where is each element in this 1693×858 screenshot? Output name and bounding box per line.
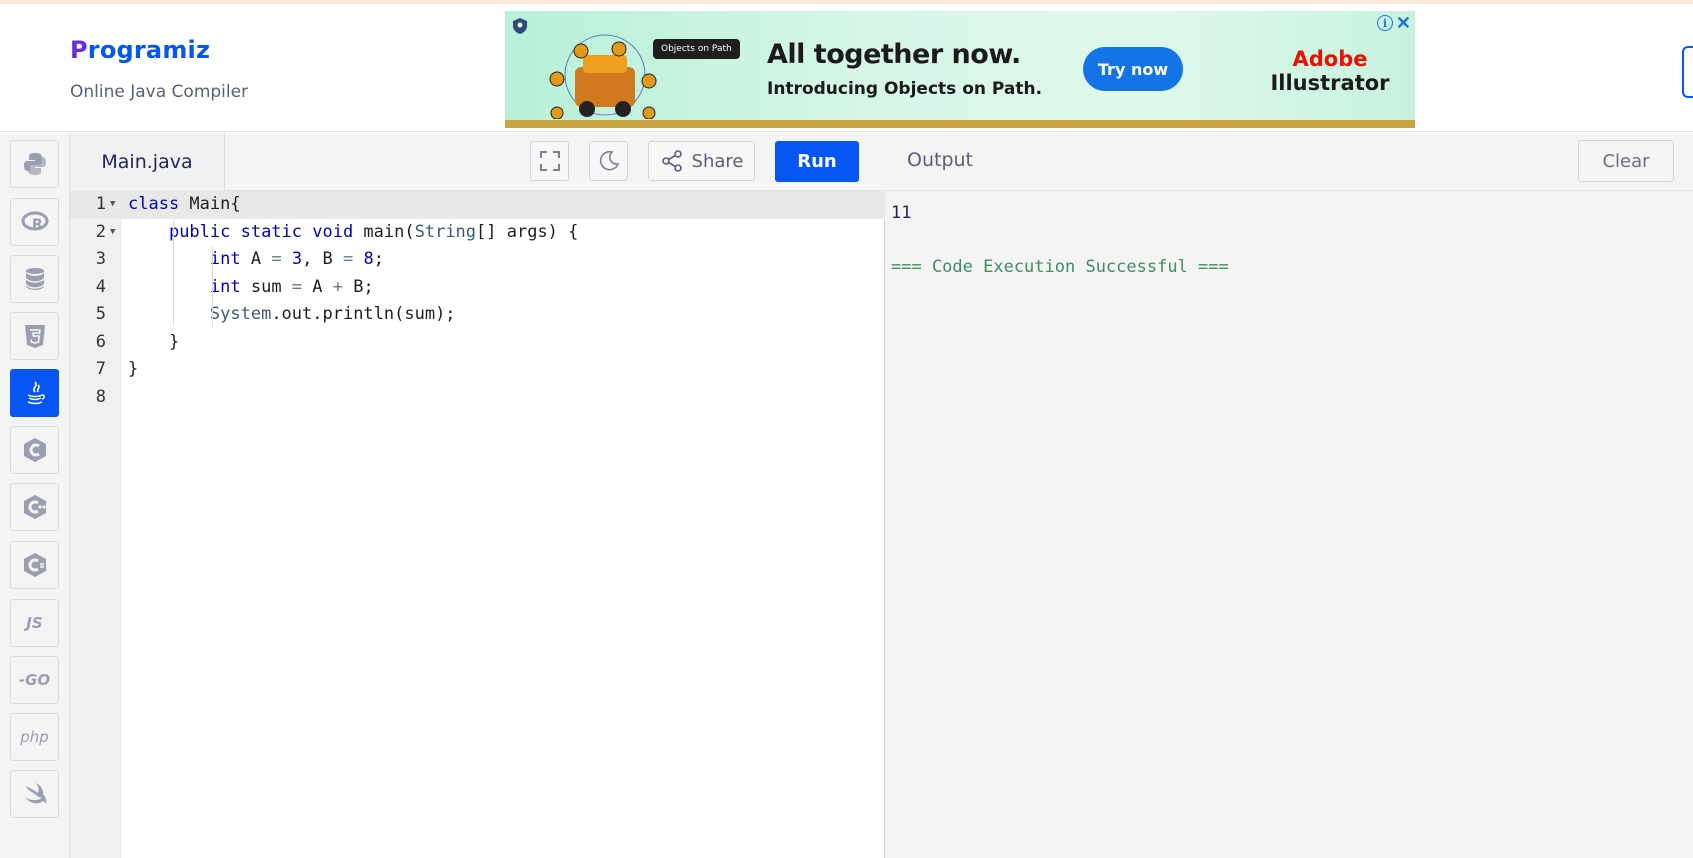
c-language-icon[interactable] — [10, 426, 59, 474]
language-sidebar: R JS -GO php — [0, 133, 70, 858]
page-subtitle: Online Java Compiler — [70, 82, 249, 102]
code-line[interactable]: 6 } — [70, 329, 885, 357]
fold-arrow-icon[interactable]: ▼ — [110, 219, 115, 247]
output-title: Output — [907, 149, 973, 171]
programiz-logo[interactable]: Programiz — [70, 36, 210, 64]
code-line[interactable]: 2 ▼ public static void main(String[] args… — [70, 219, 885, 247]
ad-subline: Introducing Objects on Path. — [767, 79, 1043, 99]
code-line[interactable]: 4 int sum = A + B; — [70, 274, 885, 302]
share-label: Share — [691, 150, 744, 172]
output-console[interactable]: 11 === Code Execution Successful === — [885, 191, 1693, 858]
header-edge-button[interactable] — [1682, 46, 1693, 98]
ad-bottom-bar — [505, 120, 1415, 128]
indent-guide — [173, 221, 174, 326]
file-tab-main-java[interactable]: Main.java — [70, 133, 225, 191]
code-line[interactable]: 8 — [70, 384, 885, 412]
ad-chip: Objects on Path — [653, 39, 740, 59]
ad-try-now-button[interactable]: Try now — [1083, 47, 1183, 91]
site-header: Programiz Online Java Compiler Objects o… — [0, 4, 1693, 132]
code-line[interactable]: 7 } — [70, 356, 885, 384]
javascript-icon[interactable]: JS — [10, 599, 59, 647]
fullscreen-icon — [539, 151, 560, 171]
code-line[interactable]: 1 ▼ class Main{ — [70, 191, 885, 219]
moon-icon — [599, 150, 619, 171]
output-line: 11 — [891, 203, 912, 223]
svg-text:R: R — [32, 217, 43, 233]
editor-toolbar: Main.java Share Run — [70, 133, 885, 191]
output-toolbar: Output Clear — [885, 133, 1693, 191]
ad-illustration — [549, 34, 657, 119]
ad-brand: Adobe Illustrator — [1270, 47, 1390, 95]
java-icon[interactable] — [10, 369, 59, 417]
code-editor[interactable]: 1 ▼ class Main{ 2 ▼ public static void mai… — [70, 191, 885, 858]
run-button[interactable]: Run — [775, 141, 859, 182]
clear-button[interactable]: Clear — [1578, 140, 1674, 182]
ad-shield-icon — [513, 18, 527, 34]
fold-arrow-icon[interactable]: ▼ — [110, 191, 115, 219]
code-line[interactable]: 5 System.out.println(sum); — [70, 301, 885, 329]
indent-guide — [212, 246, 213, 326]
fullscreen-button[interactable] — [530, 141, 569, 181]
r-icon[interactable]: R — [10, 198, 59, 246]
go-icon[interactable]: -GO — [10, 656, 59, 704]
html5-icon[interactable] — [10, 312, 59, 360]
dark-mode-button[interactable] — [589, 141, 628, 181]
ad-info-icon[interactable]: i — [1377, 15, 1393, 31]
output-success-line: === Code Execution Successful === — [891, 257, 1229, 277]
database-icon[interactable] — [10, 255, 59, 303]
share-button[interactable]: Share — [648, 141, 755, 181]
share-icon — [661, 150, 682, 172]
ad-headline: All together now. — [767, 39, 1021, 70]
advertisement-banner[interactable]: Objects on Path All together now. Introd… — [505, 11, 1415, 128]
code-line[interactable]: 3 int A = 3, B = 8; — [70, 246, 885, 274]
csharp-icon[interactable] — [10, 541, 59, 589]
swift-icon[interactable] — [10, 770, 59, 818]
python-icon[interactable] — [10, 140, 59, 188]
php-icon[interactable]: php — [10, 713, 59, 761]
ad-close-icon[interactable]: ✕ — [1396, 13, 1411, 34]
cpp-icon[interactable] — [10, 483, 59, 531]
